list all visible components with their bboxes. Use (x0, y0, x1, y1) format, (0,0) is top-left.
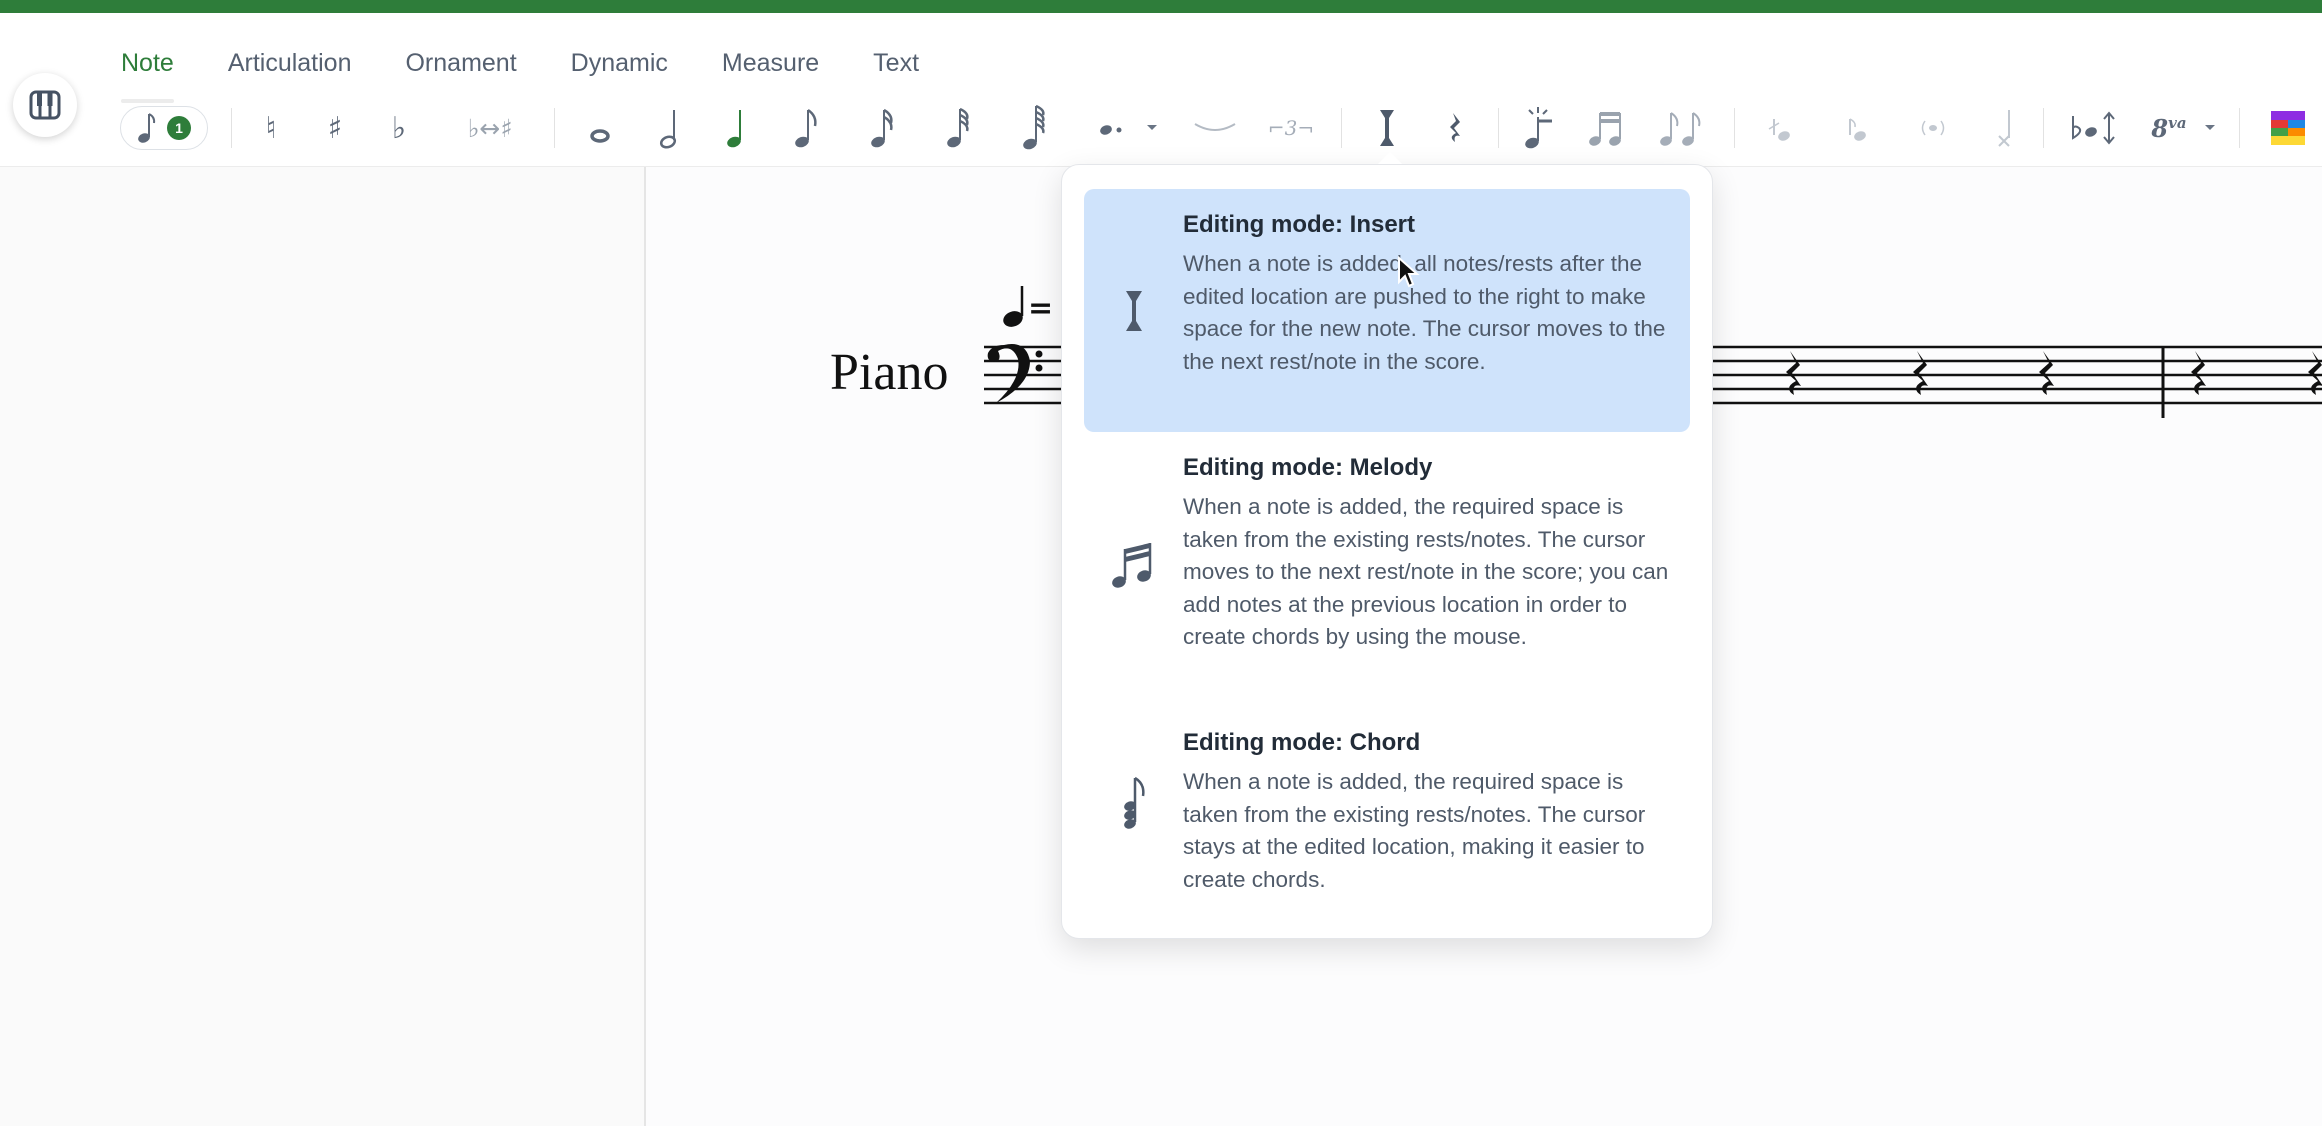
ottava-dropdown-button[interactable] (2200, 96, 2220, 160)
sixteenth-note-icon (871, 108, 893, 148)
ghost-note-button[interactable] (1918, 96, 1948, 160)
editing-mode-dropdown: Editing mode: Insert When a note is adde… (1061, 164, 1713, 939)
tab-measure[interactable]: Measure (707, 39, 834, 99)
toolbar-divider (1498, 108, 1499, 148)
eighth-note-button[interactable] (790, 96, 822, 160)
quarter-rest-icon (1450, 113, 1460, 142)
toolbar-divider (554, 108, 555, 148)
appoggiatura-button[interactable] (1842, 96, 1872, 160)
transpose-icon (2072, 111, 2115, 145)
dot-button[interactable] (1092, 96, 1132, 160)
beamed-notes-icon (1589, 112, 1621, 146)
thirty-second-note-button[interactable] (942, 96, 974, 160)
tuplet-button[interactable]: ⌐3¬ (1264, 96, 1318, 160)
input-by-midi-button[interactable] (1520, 96, 1560, 160)
tempo-equals: = (1028, 291, 1054, 326)
enharmonic-button[interactable]: ♭↔♯ (455, 96, 525, 160)
tab-dynamic[interactable]: Dynamic (556, 39, 683, 99)
instrument-name: Piano (830, 344, 949, 401)
option-title: Editing mode: Melody (1183, 454, 1433, 481)
toolbar-divider (2239, 108, 2240, 148)
chord-icon (1104, 773, 1164, 833)
natural-icon: ♮ (265, 110, 277, 146)
tab-text[interactable]: Text (858, 39, 934, 99)
tie-button[interactable] (1192, 96, 1238, 160)
grace-notes-button[interactable] (1655, 96, 1709, 160)
sparkle-note-icon (1525, 107, 1552, 149)
whole-note-icon (590, 129, 610, 143)
editing-mode-melody-option[interactable]: Editing mode: Melody When a note is adde… (1084, 432, 1690, 707)
tuplet-icon: ⌐3¬ (1267, 116, 1315, 140)
transpose-button[interactable] (2068, 96, 2120, 160)
mouse-pointer-icon (1398, 256, 1420, 288)
piano-logo-button[interactable] (13, 73, 77, 137)
sixty-fourth-note-button[interactable] (1018, 96, 1050, 160)
beamed-notes-icon (1104, 535, 1164, 595)
natural-button[interactable]: ♮ (258, 96, 284, 160)
toolbar-divider (1341, 108, 1342, 148)
dot-dropdown-button[interactable] (1142, 96, 1162, 160)
chevron-down-icon (1147, 125, 1157, 130)
tab-ornament[interactable]: Ornament (390, 39, 531, 99)
flat-icon: ♭ (391, 110, 407, 146)
sixteenth-note-button[interactable] (866, 96, 898, 160)
option-title: Editing mode: Insert (1183, 211, 1416, 238)
voice-selector-button[interactable]: 1 (120, 106, 208, 150)
whole-note-button[interactable] (584, 96, 616, 160)
voice-count-badge: 1 (167, 116, 191, 140)
toolbar-divider (231, 108, 232, 148)
quarter-note-icon (727, 110, 741, 148)
dead-note-icon (1998, 110, 2010, 147)
chevron-down-icon (2205, 125, 2215, 130)
editing-mode-chord-option[interactable]: Editing mode: Chord When a note is added… (1084, 707, 1690, 919)
editing-mode-button[interactable] (1372, 96, 1402, 160)
beam-button[interactable] (1585, 96, 1629, 160)
tab-articulation[interactable]: Articulation (213, 39, 367, 99)
ghost-note-icon (1921, 120, 1945, 136)
dead-note-button[interactable] (1990, 96, 2020, 160)
tab-bar: Note Articulation Ornament Dynamic Measu… (106, 39, 958, 103)
eighth-note-icon (795, 108, 817, 148)
quarter-note-button[interactable] (720, 96, 752, 160)
half-note-button[interactable] (654, 96, 686, 160)
editing-mode-insert-option[interactable]: Editing mode: Insert When a note is adde… (1084, 189, 1690, 432)
enharmonic-icon: ♭↔♯ (467, 113, 513, 143)
grace-notes-icon (1660, 112, 1701, 146)
option-description: When a note is added, the required space… (1183, 494, 1669, 649)
rest-button[interactable] (1442, 96, 1470, 160)
sharp-icon: ♯ (327, 110, 343, 146)
insert-cursor-icon (1104, 281, 1164, 341)
toolbar-divider (2043, 108, 2044, 148)
option-title: Editing mode: Chord (1183, 729, 1421, 756)
ottava-icon: 8va (2151, 113, 2187, 143)
ottava-button[interactable]: 8va (2146, 96, 2192, 160)
tab-note[interactable]: Note (106, 39, 189, 103)
thirty-second-note-icon (947, 107, 969, 148)
dotted-note-icon (1100, 125, 1122, 135)
insert-cursor-icon (1380, 110, 1394, 146)
dropdown-pointer (1378, 152, 1402, 164)
acciaccatura-icon (1768, 119, 1790, 141)
voice-note-icon (138, 113, 156, 143)
sixty-fourth-note-icon (1023, 104, 1045, 150)
color-palette-icon (2271, 111, 2305, 145)
option-description: When a note is added, all notes/rests af… (1183, 251, 1666, 374)
acciaccatura-button[interactable] (1766, 96, 1796, 160)
color-picker-button[interactable] (2268, 96, 2308, 160)
flat-button[interactable]: ♭ (386, 96, 412, 160)
sharp-button[interactable]: ♯ (322, 96, 348, 160)
toolbar-divider (1734, 108, 1735, 148)
half-note-icon (659, 110, 677, 149)
tie-icon (1194, 123, 1236, 131)
app-window: Note Articulation Ornament Dynamic Measu… (0, 0, 2322, 1126)
piano-icon (29, 90, 61, 120)
option-description: When a note is added, the required space… (1183, 769, 1646, 892)
top-accent-bar (0, 0, 2322, 13)
appoggiatura-icon (1849, 118, 1866, 141)
